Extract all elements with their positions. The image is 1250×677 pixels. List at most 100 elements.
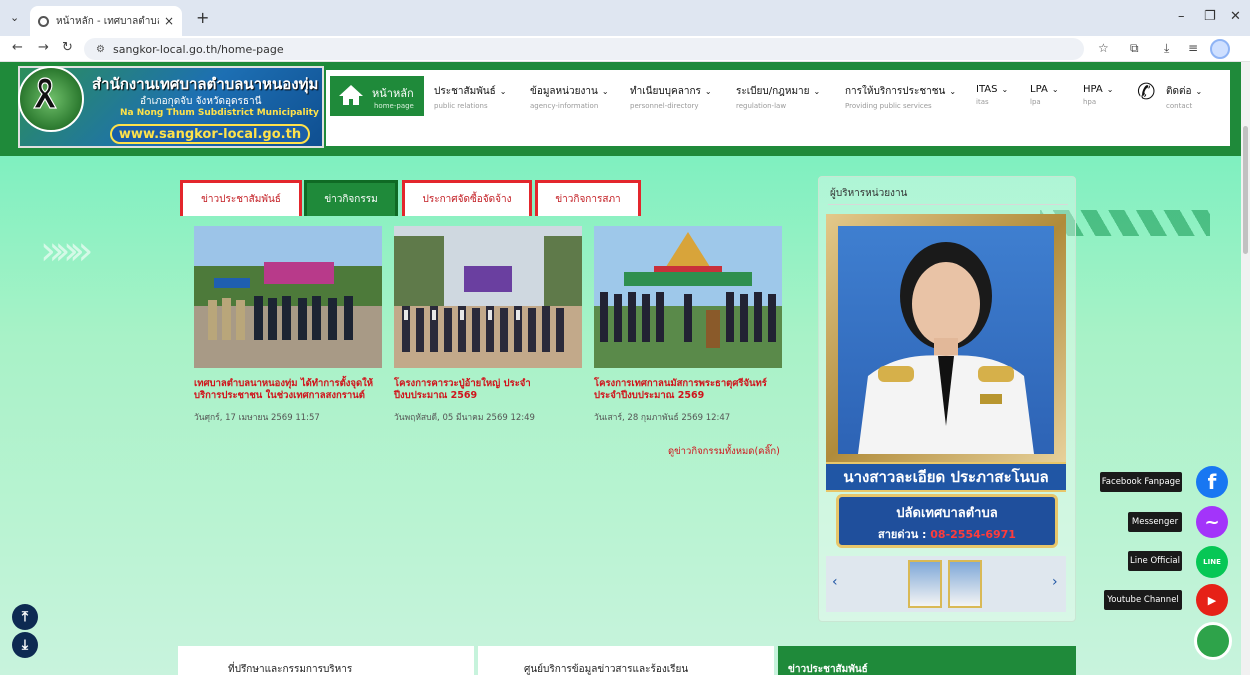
hotline-number: 08-2554-6971 [930, 528, 1016, 541]
news-title-3[interactable]: โครงการเทศกาลนมัสการพระธาตุศรีจันทร์ ประ… [594, 378, 784, 402]
org-website-url: www.sangkor-local.go.th [110, 124, 310, 144]
download-icon[interactable]: ⤓ [1164, 41, 1169, 56]
new-tab-icon[interactable]: + [196, 8, 209, 27]
mourning-ribbon-icon [32, 77, 58, 109]
menu-label: LPA [1030, 84, 1048, 95]
news-title-1[interactable]: เทศบาลตำบลนาหนองทุ่ม ได้ทำการตั้งจุดให้บ… [194, 378, 384, 402]
extensions-icon[interactable]: ⧉ [1130, 41, 1139, 56]
menu-personnel-directory[interactable]: ทำเนียบบุคลากร ⌄ personnel-directory [630, 84, 712, 110]
executive-name: นางสาวละเอียด ประภาสะโนบล [826, 462, 1066, 492]
menu-itas[interactable]: ITAS ⌄ itas [976, 84, 1008, 106]
site-info-icon[interactable]: ⚙ [96, 44, 105, 55]
menu-hpa[interactable]: HPA ⌄ hpa [1083, 84, 1113, 106]
profile-avatar[interactable] [1210, 39, 1230, 59]
tab-close-icon[interactable]: × [164, 14, 174, 28]
menu-label: ประชาสัมพันธ์ [434, 86, 496, 97]
home-icon [339, 85, 363, 105]
slider-next-icon[interactable]: › [1052, 574, 1058, 590]
executive-position: ปลัดเทศบาลตำบล [896, 506, 998, 521]
tab-search-icon[interactable]: ⌄ [10, 11, 19, 24]
menu-sub: Providing public services [845, 102, 932, 110]
chevron-down-icon: ⌄ [949, 87, 957, 96]
chevron-down-icon: ⌄ [499, 87, 507, 96]
chevron-down-icon: ⌄ [704, 87, 712, 96]
page-scrollbar[interactable] [1241, 62, 1250, 675]
forward-icon[interactable]: → [38, 40, 49, 55]
decorative-chevrons: »»» [40, 228, 94, 274]
bottom-card-advisors[interactable]: ที่ปรึกษาและกรรมการบริหาร [178, 646, 474, 675]
menu-agency-information[interactable]: ข้อมูลหน่วยงาน ⌄ agency-information [530, 84, 609, 110]
youtube-icon[interactable]: ▶ [1196, 584, 1228, 616]
menu-sub: lpa [1030, 98, 1041, 106]
line-icon[interactable]: LINE [1196, 546, 1228, 578]
menu-label: ทำเนียบบุคลากร [630, 86, 701, 97]
org-english-name: Na Nong Thum Subdistrict Municipality [120, 108, 319, 118]
site-favicon-icon [38, 15, 49, 27]
minimize-icon[interactable]: – [1178, 9, 1185, 24]
close-window-icon[interactable]: ✕ [1230, 9, 1241, 24]
tab-council-news[interactable]: ข่าวกิจการสภา [535, 180, 641, 216]
chevron-down-icon: ⌄ [813, 87, 821, 96]
news-image-1[interactable] [194, 226, 382, 368]
youtube-label[interactable]: Youtube Channel [1104, 590, 1182, 610]
address-bar-row: ← → ↻ ⚙ sangkor-local.go.th/home-page ☆ … [0, 36, 1250, 62]
bottom-card-announcements[interactable]: ข่าวประชาสัมพันธ์ [778, 646, 1076, 675]
chevron-down-icon: ⌄ [1106, 85, 1114, 94]
facebook-icon[interactable]: f [1196, 466, 1228, 498]
hotline-label: สายด่วน : [878, 528, 927, 541]
facebook-label[interactable]: Facebook Fanpage [1100, 472, 1182, 492]
menu-home[interactable]: หน้าหลัก home-page [330, 76, 424, 116]
tab-activity-news[interactable]: ข่าวกิจกรรม [304, 180, 398, 216]
messenger-label[interactable]: Messenger [1128, 512, 1182, 532]
executive-thumbnail-2[interactable] [948, 560, 982, 608]
menu-lpa[interactable]: LPA ⌄ lpa [1030, 84, 1059, 106]
line-label[interactable]: Line Official [1128, 551, 1182, 571]
menu-sub: regulation-law [736, 102, 787, 110]
chevron-down-icon: ⌄ [601, 87, 609, 96]
see-all-activities-link[interactable]: ดูข่าวกิจกรรมทั้งหมด(คลิ๊ก) [668, 444, 780, 459]
menu-home-label: หน้าหลัก [372, 87, 414, 100]
menu-sub: hpa [1083, 98, 1097, 106]
org-name: สำนักงานเทศบาลตำบลนาหนองทุ่ม [92, 75, 319, 93]
executive-photo-frame [826, 214, 1066, 466]
scroll-to-bottom-icon[interactable]: ⤓ [12, 632, 38, 658]
tab-public-relations-news[interactable]: ข่าวประชาสัมพันธ์ [180, 180, 302, 216]
menu-label: การให้บริการประชาชน [845, 86, 946, 97]
messenger-icon[interactable]: ~ [1196, 506, 1228, 538]
scroll-to-top-icon[interactable]: ⤒ [12, 604, 38, 630]
browser-tab[interactable]: หน้าหลัก - เทศบาลตำบลนาหนองทุ่ม อ.กุดจับ… [30, 6, 182, 36]
menu-label: ITAS [976, 84, 998, 95]
tab-procurement-news[interactable]: ประกาศจัดซื้อจัดจ้าง [402, 180, 532, 216]
executive-thumbnail-1[interactable] [908, 560, 942, 608]
menu-label: ติดต่อ [1166, 86, 1192, 97]
reading-list-icon[interactable]: ≡ [1188, 41, 1198, 55]
chevron-down-icon: ⌄ [1051, 85, 1059, 94]
news-date-1: วันศุกร์, 17 เมษายน 2569 11:57 [194, 413, 320, 423]
menu-public-services[interactable]: การให้บริการประชาชน ⌄ Providing public se… [845, 84, 956, 110]
menu-contact[interactable]: ติดต่อ ⌄ contact [1166, 84, 1202, 110]
chevron-down-icon: ⌄ [1001, 85, 1009, 94]
url-text: sangkor-local.go.th/home-page [112, 42, 284, 56]
chevron-down-icon: ⌄ [1195, 87, 1203, 96]
executive-thumbnail-slider [826, 556, 1066, 612]
org-district: อำเภอกุดจับ จังหวัดอุดรธานี [140, 96, 262, 107]
bottom-card-info-center[interactable]: ศูนย์บริการข้อมูลข่าวสารและร้องเรียน [478, 646, 774, 675]
news-image-3[interactable] [594, 226, 782, 368]
restore-icon[interactable]: ❐ [1204, 9, 1216, 24]
menu-label: ระเบียบ/กฎหมาย [736, 86, 810, 97]
url-input[interactable]: ⚙ sangkor-local.go.th/home-page [84, 38, 1084, 60]
back-icon[interactable]: ← [12, 40, 23, 55]
news-title-2[interactable]: โครงการคารวะปู่อ้ายใหญ่ ประจำปีงบประมาณ … [394, 378, 584, 402]
menu-sub: itas [976, 98, 989, 106]
slider-prev-icon[interactable]: ‹ [832, 574, 838, 590]
menu-sub: public relations [434, 102, 488, 110]
executive-heading: ผู้บริหารหน่วยงาน [830, 188, 908, 199]
scrollbar-thumb[interactable] [1243, 126, 1248, 254]
menu-public-relations[interactable]: ประชาสัมพันธ์ ⌄ public relations [434, 84, 506, 110]
bookmark-star-icon[interactable]: ☆ [1098, 41, 1109, 55]
menu-regulation-law[interactable]: ระเบียบ/กฎหมาย ⌄ regulation-law [736, 84, 820, 110]
chat-widget-icon[interactable] [1194, 622, 1232, 660]
news-image-2[interactable] [394, 226, 582, 368]
reload-icon[interactable]: ↻ [62, 40, 73, 55]
menu-sub: agency-information [530, 102, 599, 110]
